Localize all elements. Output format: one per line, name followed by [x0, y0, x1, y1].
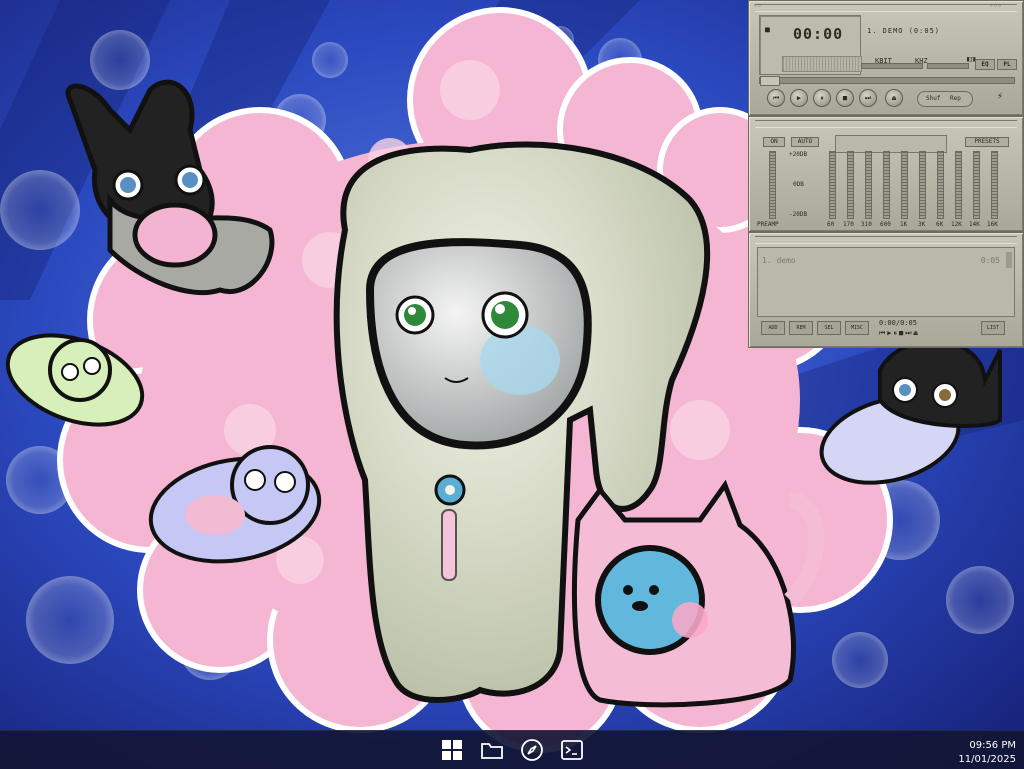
eq-presets-button[interactable]: PRESETS: [965, 137, 1009, 147]
playlist-item-duration: 0:05: [980, 256, 1000, 265]
volume-slider[interactable]: [861, 63, 923, 69]
stop-button[interactable]: ■: [836, 89, 854, 107]
repeat-button[interactable]: Rep: [950, 92, 961, 106]
elapsed-time[interactable]: 00:00: [793, 25, 843, 43]
eq-band-slider[interactable]: [973, 151, 980, 219]
eq-band-sliders: [801, 151, 1013, 219]
balance-slider[interactable]: [927, 63, 969, 69]
main-titlebar[interactable]: [755, 4, 1017, 12]
mini-transport-icon[interactable]: ⏮▶⏸■⏭⏏: [879, 329, 920, 338]
previous-button[interactable]: ⏮: [767, 89, 785, 107]
playlist-time: 0:00/0:05: [879, 319, 917, 327]
eq-freq-label: 600: [880, 221, 891, 228]
visualizer[interactable]: [782, 56, 862, 72]
compass-icon[interactable]: [517, 735, 547, 765]
window-controls-icon[interactable]: ◦◦◦: [989, 3, 1009, 10]
taskbar: 09:56 PM 11/01/2025: [0, 730, 1024, 769]
playlist-remove-button[interactable]: REM: [789, 321, 813, 335]
shuffle-repeat-group: Shuf Rep: [917, 91, 973, 107]
eq-freq-label: 1K: [900, 221, 908, 228]
playlist-select-button[interactable]: SEL: [817, 321, 841, 335]
playlist-scrollbar[interactable]: [1006, 252, 1012, 268]
eq-freq-label: 170: [843, 221, 854, 228]
clock-date: 11/01/2025: [958, 754, 1016, 765]
song-title[interactable]: 1. DEMO (0:05): [867, 27, 940, 35]
system-clock[interactable]: 09:56 PM 11/01/2025: [958, 739, 1016, 767]
winamp-playlist-window: 1. demo 0:05 ADD REM SEL MISC 0:00/0:05 …: [748, 232, 1024, 348]
terminal-glyph-icon: [561, 740, 583, 760]
eq-band-slider[interactable]: [937, 151, 944, 219]
eq-freq-label: 12K: [951, 221, 962, 228]
stop-indicator-icon: ■: [765, 25, 770, 34]
preamp-slider[interactable]: [769, 151, 776, 219]
playlist-status: 0:00/0:05 ⏮▶⏸■⏭⏏: [877, 319, 969, 341]
windows-start-icon[interactable]: [437, 735, 467, 765]
clock-time: 09:56 PM: [969, 740, 1016, 751]
eq-band-slider[interactable]: [901, 151, 908, 219]
eject-button[interactable]: ⏏: [885, 89, 903, 107]
eq-freq-label: 310: [861, 221, 872, 228]
pause-button[interactable]: ⏸: [813, 89, 831, 107]
eq-freq-label: 16K: [987, 221, 998, 228]
playlist-item-title[interactable]: 1. demo: [762, 256, 796, 265]
next-button[interactable]: ⏭: [859, 89, 877, 107]
eq-freq-label: 14K: [969, 221, 980, 228]
eq-auto-button[interactable]: AUTO: [791, 137, 819, 147]
eq-band-slider[interactable]: [829, 151, 836, 219]
play-button[interactable]: ▶: [790, 89, 808, 107]
playlist-titlebar[interactable]: [755, 236, 1017, 244]
folder-icon[interactable]: [477, 735, 507, 765]
eq-freq-label: 6K: [936, 221, 944, 228]
shuffle-button[interactable]: Shuf: [926, 92, 940, 106]
winamp-logo-icon[interactable]: ⚡: [997, 91, 1003, 102]
seek-bar[interactable]: [759, 76, 1015, 86]
terminal-icon[interactable]: [557, 735, 587, 765]
eq-band-slider[interactable]: [883, 151, 890, 219]
eq-freq-label: 60: [827, 221, 835, 228]
playlist-list-button[interactable]: LIST: [981, 321, 1005, 335]
playlist-toggle-button[interactable]: PL: [997, 59, 1017, 70]
song-info: 1. DEMO (0:05) KBIT KHZ ◧◨ EQ PL: [861, 15, 1017, 73]
eq-titlebar[interactable]: [755, 120, 1017, 128]
eq-freq-label: 3K: [918, 221, 926, 228]
compass-glyph-icon: [521, 739, 543, 761]
playlist-add-button[interactable]: ADD: [761, 321, 785, 335]
windows-logo-icon: [442, 740, 462, 760]
winamp-equalizer-window: ON AUTO PRESETS +20DB 0DB -20DB PREAMP 6…: [748, 116, 1024, 232]
eq-toggle-button[interactable]: EQ: [975, 59, 995, 70]
eq-band-slider[interactable]: [955, 151, 962, 219]
winamp-main-window: ◦◦ ◦◦◦ ■ 00:00 1. DEMO (0:05) KBIT KHZ ◧…: [748, 0, 1024, 116]
folder-glyph-icon: [481, 743, 503, 759]
transport-controls: ⏮ ▶ ⏸ ■ ⏭ ⏏ Shuf Rep ⚡: [767, 89, 1017, 111]
seek-thumb[interactable]: [760, 76, 780, 86]
playlist-list: 1. demo 0:05: [757, 247, 1015, 317]
eq-band-slider[interactable]: [847, 151, 854, 219]
menu-icon[interactable]: ◦◦: [753, 3, 761, 10]
winamp-player: ◦◦ ◦◦◦ ■ 00:00 1. DEMO (0:05) KBIT KHZ ◧…: [748, 0, 1024, 348]
eq-band-slider[interactable]: [919, 151, 926, 219]
eq-band-slider[interactable]: [865, 151, 872, 219]
preamp-label: PREAMP: [757, 221, 779, 228]
time-display: [759, 15, 862, 75]
playlist-misc-button[interactable]: MISC: [845, 321, 869, 335]
eq-band-slider[interactable]: [991, 151, 998, 219]
eq-on-button[interactable]: ON: [763, 137, 785, 147]
